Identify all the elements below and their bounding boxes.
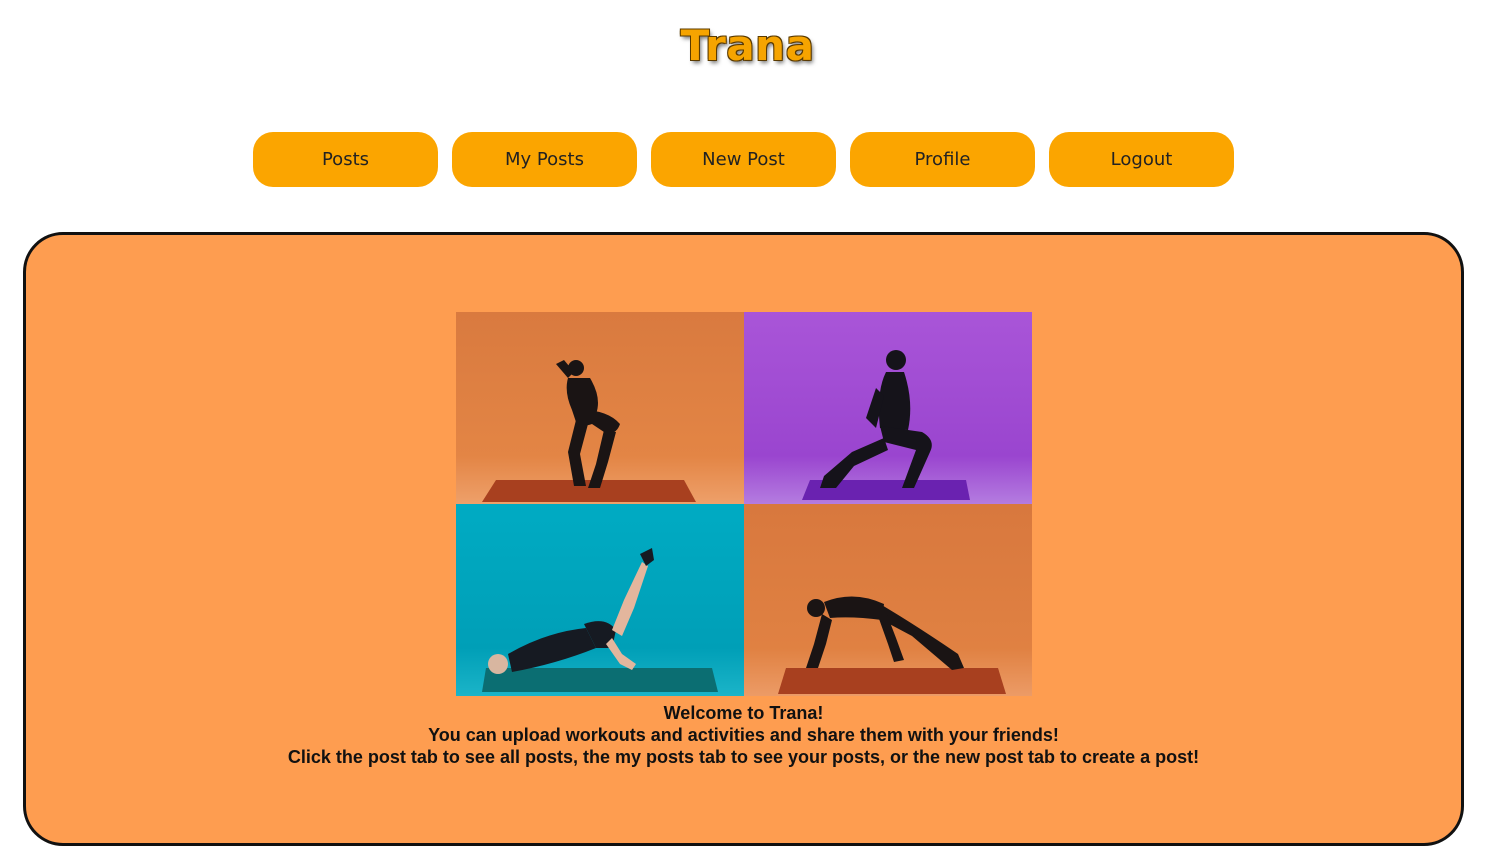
workout-image-mountain-climber — [744, 504, 1032, 696]
welcome-message: Welcome to Trana! You can upload workout… — [26, 702, 1461, 768]
workout-image-lunge — [744, 312, 1032, 504]
welcome-heading: Welcome to Trana! — [663, 703, 824, 723]
nav-posts-button[interactable]: Posts — [253, 132, 438, 187]
welcome-description: You can upload workouts and activities a… — [428, 725, 1059, 745]
workout-image-glute-bridge — [456, 504, 744, 696]
app-title: Trana — [680, 21, 815, 70]
page: Trana Posts My Posts New Post Profile Lo… — [0, 0, 1495, 853]
nav-profile-button[interactable]: Profile — [850, 132, 1035, 187]
welcome-panel: Welcome to Trana! You can upload workout… — [23, 232, 1464, 846]
nav-logout-button[interactable]: Logout — [1049, 132, 1234, 187]
nav-new-post-button[interactable]: New Post — [651, 132, 836, 187]
workout-image-squat — [456, 312, 744, 504]
welcome-instructions: Click the post tab to see all posts, the… — [287, 747, 1200, 767]
main-nav: Posts My Posts New Post Profile Logout — [253, 132, 1234, 187]
workout-hero-image — [456, 312, 1032, 696]
nav-my-posts-button[interactable]: My Posts — [452, 132, 637, 187]
